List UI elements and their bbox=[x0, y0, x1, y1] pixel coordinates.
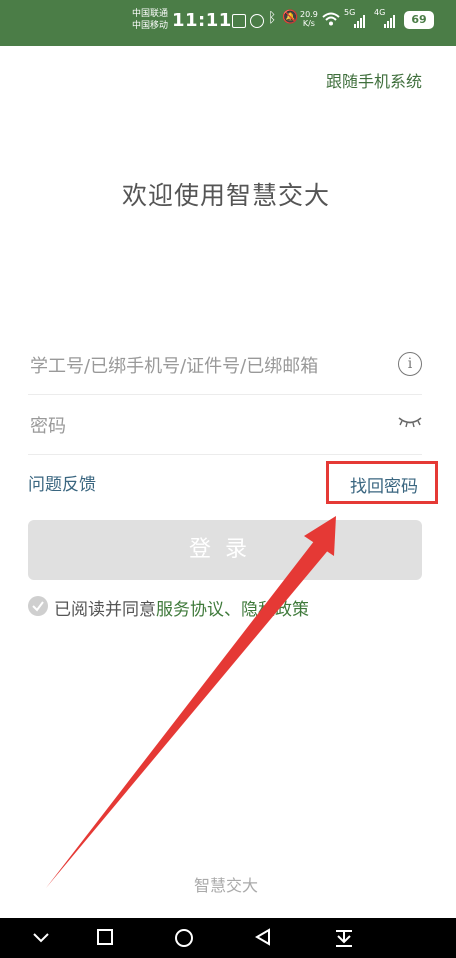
collapse-icon[interactable] bbox=[32, 928, 50, 946]
signal-1-icon bbox=[354, 14, 365, 28]
password-field[interactable]: 密码 bbox=[28, 394, 422, 455]
username-field[interactable]: 学工号/已绑手机号/证件号/已绑邮箱 i bbox=[28, 334, 422, 395]
navigation-bar bbox=[0, 918, 456, 958]
clock: 11:11 bbox=[172, 10, 232, 31]
signal-2-icon bbox=[384, 14, 395, 28]
service-agreement-link[interactable]: 服务协议 bbox=[156, 600, 224, 620]
wifi-icon bbox=[322, 12, 340, 26]
home-icon[interactable] bbox=[174, 928, 194, 948]
login-button[interactable]: 登录 bbox=[28, 520, 422, 580]
nfc-icon bbox=[232, 14, 246, 28]
check-icon bbox=[32, 601, 44, 612]
annotation-arrow-shaft bbox=[46, 536, 330, 888]
privacy-policy-link[interactable]: 隐私政策 bbox=[241, 600, 309, 620]
network-speed: 20.9 K/s bbox=[300, 10, 318, 28]
eye-closed-icon[interactable] bbox=[398, 414, 422, 430]
agreement-text: 已阅读并同意服务协议、隐私政策 bbox=[54, 595, 309, 620]
network-speed-value: 20.9 bbox=[300, 10, 318, 19]
status-bar: 中国联通 中国移动 11:11 ᛒ 🔕 20.9 K/s 5G 4G 69 bbox=[0, 0, 456, 46]
footer-brand: 智慧交大 bbox=[193, 876, 258, 895]
username-placeholder: 学工号/已绑手机号/证件号/已绑邮箱 bbox=[30, 356, 319, 377]
recent-apps-icon[interactable] bbox=[96, 928, 114, 946]
back-icon[interactable] bbox=[254, 928, 272, 946]
bluetooth-icon: ᛒ bbox=[268, 10, 277, 26]
info-icon[interactable]: i bbox=[398, 352, 422, 376]
carrier-2: 中国移动 bbox=[132, 21, 169, 31]
follow-system-link[interactable]: 跟随手机系统 bbox=[326, 68, 422, 92]
password-placeholder: 密码 bbox=[30, 416, 66, 437]
network-speed-unit: K/s bbox=[302, 19, 315, 28]
carrier-labels: 中国联通 中国移动 bbox=[132, 8, 168, 32]
carrier-1: 中国联通 bbox=[132, 9, 169, 19]
agree-checkbox[interactable] bbox=[28, 596, 48, 616]
welcome-title: 欢迎使用智慧交大 bbox=[121, 181, 330, 210]
mute-icon: 🔕 bbox=[282, 10, 299, 25]
agree-prefix: 已阅读并同意 bbox=[54, 600, 156, 620]
alarm-icon bbox=[250, 14, 264, 28]
annotation-highlight-box bbox=[326, 461, 438, 504]
agreement-separator: 、 bbox=[224, 600, 241, 620]
feedback-link[interactable]: 问题反馈 bbox=[28, 470, 96, 495]
battery-icon: 69 bbox=[404, 11, 434, 29]
dock-toggle-icon[interactable] bbox=[334, 928, 354, 948]
